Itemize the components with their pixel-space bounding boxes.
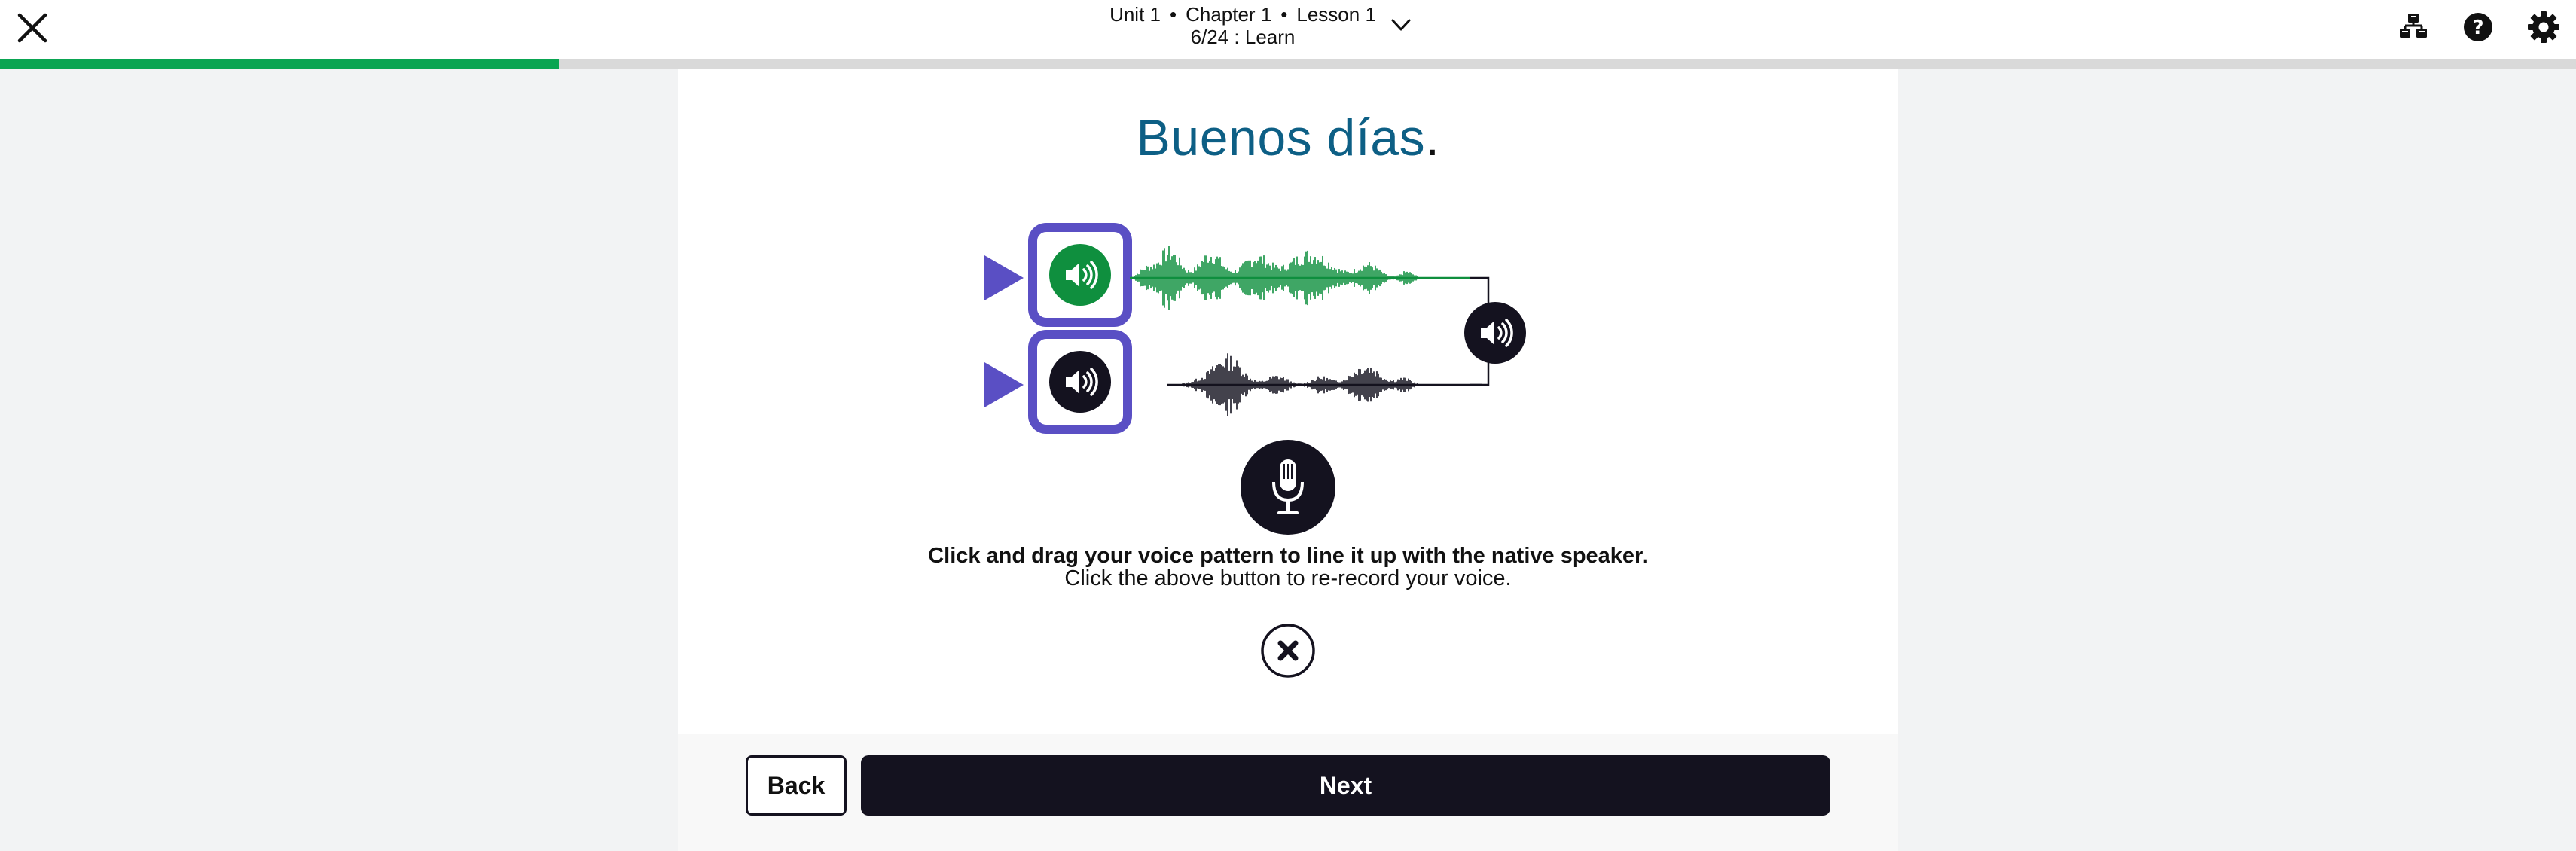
native-speaker-button[interactable] [1049, 244, 1111, 306]
lesson-menu-toggle[interactable] [1387, 14, 1415, 36]
top-bar: Unit 1 • Chapter 1 • Lesson 1 6/24 : Learn ? [0, 0, 2576, 59]
lesson-map-icon [2400, 14, 2427, 38]
close-icon [17, 13, 47, 43]
play-both-button[interactable] [1464, 302, 1526, 364]
back-button[interactable]: Back [746, 755, 847, 816]
lesson-progress-bar [0, 59, 2576, 69]
dismiss-button[interactable] [1259, 622, 1317, 679]
help-button[interactable]: ? [2460, 9, 2496, 45]
play-user-arrow[interactable] [984, 362, 1024, 407]
footer-bar: Back Next [678, 734, 1898, 851]
close-button[interactable] [14, 9, 51, 47]
microphone-icon [1272, 459, 1304, 514]
settings-button[interactable] [2526, 9, 2562, 45]
record-button[interactable] [1241, 440, 1335, 535]
lesson-progress-fill [0, 59, 560, 69]
lesson-map-button[interactable] [2395, 9, 2431, 45]
breadcrumb-unit: Unit 1 [1109, 3, 1161, 26]
breadcrumb[interactable]: Unit 1 • Chapter 1 • Lesson 1 6/24 : Learn [1039, 0, 1446, 53]
svg-text:?: ? [2472, 17, 2483, 39]
play-native-arrow[interactable] [984, 255, 1024, 300]
help-icon: ? [2464, 13, 2492, 41]
instruction-primary: Click and drag your voice pattern to lin… [928, 544, 1648, 568]
gear-icon [2528, 11, 2559, 43]
breadcrumb-chapter: Chapter 1 [1186, 3, 1272, 26]
close-circle-icon [1261, 624, 1315, 678]
native-waveform [1130, 246, 1470, 310]
user-speaker-button[interactable] [1049, 351, 1111, 413]
breadcrumb-path: Unit 1 • Chapter 1 • Lesson 1 [1109, 3, 1376, 26]
instruction-secondary: Click the above button to re-record your… [1064, 566, 1512, 590]
next-button[interactable]: Next [861, 755, 1830, 816]
chevron-down-icon [1391, 19, 1411, 31]
user-waveform[interactable] [1167, 353, 1482, 416]
step-indicator: 6/24 : Learn [1190, 26, 1296, 48]
breadcrumb-lesson: Lesson 1 [1296, 3, 1376, 26]
